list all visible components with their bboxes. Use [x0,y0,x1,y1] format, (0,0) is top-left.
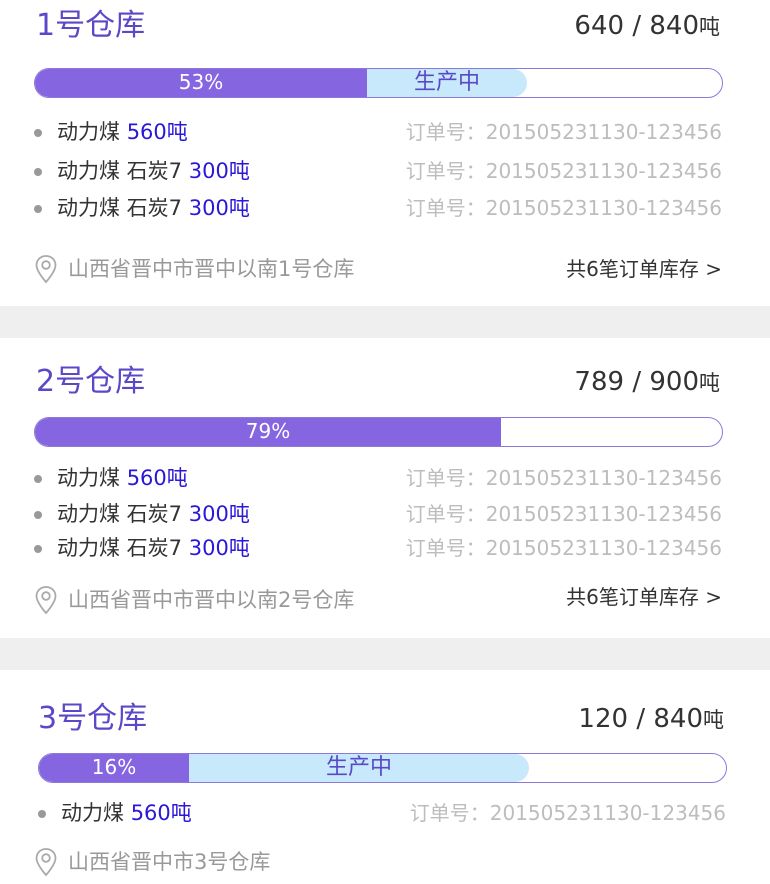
product-label: 动力煤 石炭7 [57,159,183,183]
warehouse-card-2[interactable]: 2号仓库 789 / 900吨 79% 动力煤 560吨 订单号：2015052… [0,338,770,638]
order-number: 订单号：201505231130-123456 [409,801,726,825]
order-number: 订单号：201505231130-123456 [405,502,722,526]
stock-amount: 640 / 840吨 [574,11,720,41]
order-number: 订单号：201505231130-123456 [405,466,722,490]
order-number: 订单号：201505231130-123456 [405,159,722,183]
product-qty: 560吨 [130,801,192,825]
capacity-progress-bar: 16% 生产中 [38,753,727,783]
list-item: 动力煤 石炭7 300吨 订单号：201505231130-123456 [34,500,722,528]
list-item: 动力煤 560吨 订单号：201505231130-123456 [34,118,722,146]
progress-fill: 79% [35,418,501,446]
view-orders-link[interactable]: 共6笔订单库存 > [566,254,722,284]
warehouse-title: 3号仓库 [38,701,148,736]
warehouse-card-3[interactable]: 3号仓库 120 / 840吨 16% 生产中 动力煤 560吨 订单号：201… [0,670,770,884]
bullet-icon [34,511,42,519]
order-number: 订单号：201505231130-123456 [405,536,722,560]
product-name: 动力煤 石炭7 300吨 [57,157,250,185]
stock-capacity: 840 [653,704,703,734]
product-qty: 560吨 [126,120,188,144]
progress-fill: 16% [39,754,189,782]
bullet-icon [34,168,42,176]
progress-fill: 53% [35,69,367,97]
order-number: 订单号：201505231130-123456 [405,120,722,144]
product-label: 动力煤 [57,120,120,144]
warehouse-card-1[interactable]: 1号仓库 640 / 840吨 53% 生产中 动力煤 560吨 订单号：201… [0,0,770,306]
stock-unit: 吨 [699,371,720,395]
product-label: 动力煤 石炭7 [57,196,183,220]
list-item: 动力煤 石炭7 300吨 订单号：201505231130-123456 [34,534,722,562]
stock-current: 120 [578,704,629,734]
product-label: 动力煤 石炭7 [57,536,183,560]
warehouse-title: 1号仓库 [36,8,146,43]
stock-current: 640 [574,11,625,41]
product-label: 动力煤 [57,466,120,490]
address-text: 山西省晋中市晋中以南1号仓库 [68,257,355,281]
product-qty: 300吨 [188,159,250,183]
address-text: 山西省晋中市晋中以南2号仓库 [68,588,355,612]
stock-capacity: 840 [649,11,699,41]
bullet-icon [34,129,42,137]
list-item: 动力煤 石炭7 300吨 订单号：201505231130-123456 [34,157,722,185]
product-qty: 560吨 [126,466,188,490]
product-name: 动力煤 石炭7 300吨 [57,500,250,528]
product-name: 动力煤 560吨 [61,799,192,827]
stock-amount: 789 / 900吨 [574,367,720,397]
bullet-icon [34,475,42,483]
order-number: 订单号：201505231130-123456 [405,196,722,220]
product-name: 动力煤 560吨 [57,464,188,492]
list-item: 动力煤 560吨 订单号：201505231130-123456 [34,464,722,492]
warehouse-title: 2号仓库 [36,364,146,399]
location-pin-icon [35,586,57,615]
location-pin-icon [35,848,57,877]
view-orders-link[interactable]: 共6笔订单库存 > [566,582,722,612]
stock-amount: 120 / 840吨 [578,704,724,734]
list-item: 动力煤 560吨 订单号：201505231130-123456 [38,799,726,827]
product-name: 动力煤 石炭7 300吨 [57,534,250,562]
product-label: 动力煤 [61,801,124,825]
address-text: 山西省晋中市3号仓库 [68,850,271,874]
status-badge: 生产中 [189,754,529,782]
stock-unit: 吨 [699,15,720,39]
product-qty: 300吨 [188,502,250,526]
stock-current: 789 [574,367,625,397]
product-name: 动力煤 560吨 [57,118,188,146]
location-pin-icon [35,255,57,284]
capacity-progress-bar: 79% [34,417,723,447]
bullet-icon [34,205,42,213]
product-name: 动力煤 石炭7 300吨 [57,194,250,222]
stock-unit: 吨 [703,708,724,732]
stock-capacity: 900 [649,367,699,397]
bullet-icon [38,810,46,818]
product-qty: 300吨 [188,536,250,560]
capacity-progress-bar: 53% 生产中 [34,68,723,98]
status-badge: 生产中 [367,69,527,97]
list-item: 动力煤 石炭7 300吨 订单号：201505231130-123456 [34,194,722,222]
product-qty: 300吨 [188,196,250,220]
product-label: 动力煤 石炭7 [57,502,183,526]
bullet-icon [34,545,42,553]
